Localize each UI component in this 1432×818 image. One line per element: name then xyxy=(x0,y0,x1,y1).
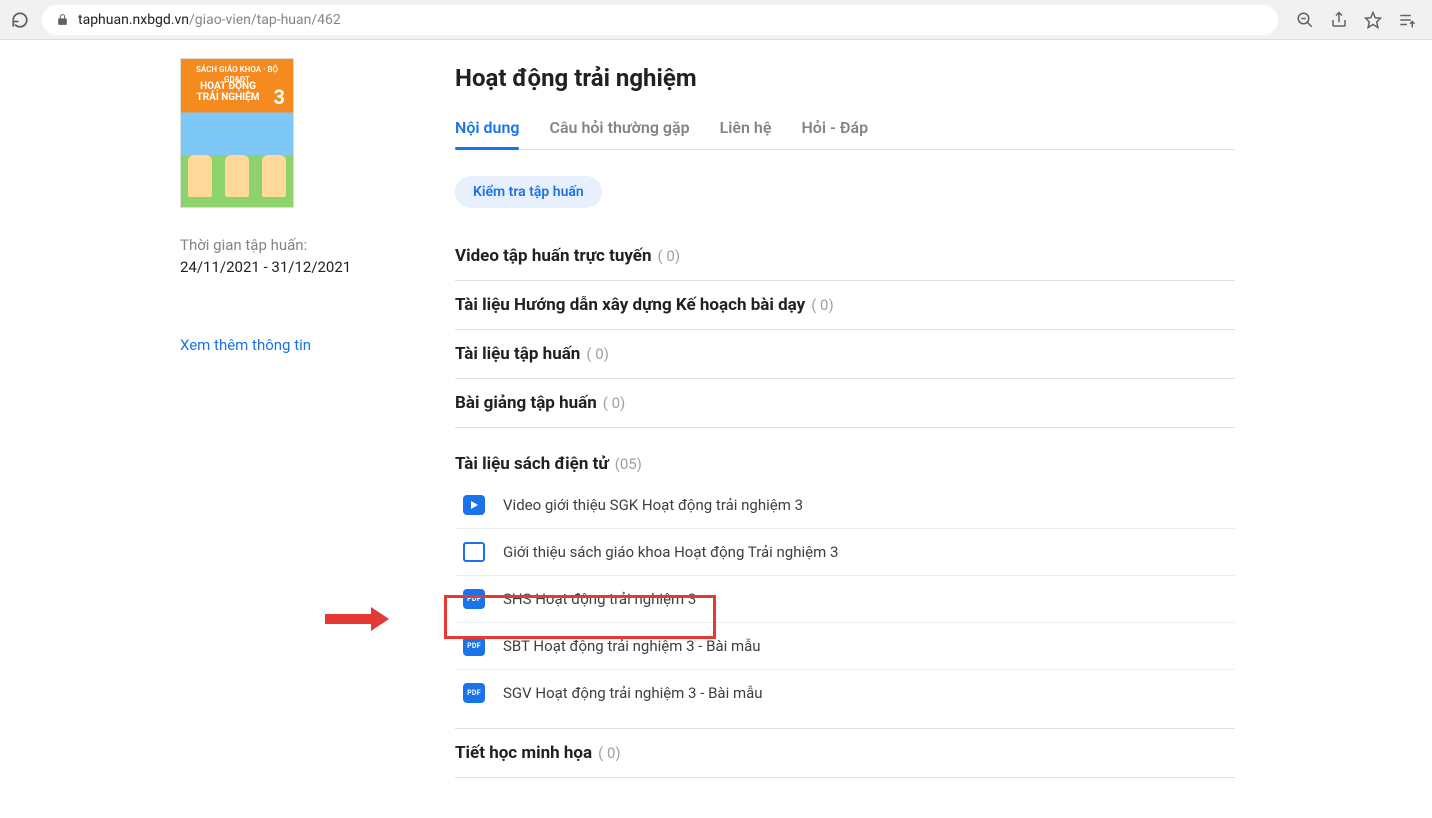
tab-faq[interactable]: Câu hỏi thường gặp xyxy=(549,118,689,149)
section-training-lectures[interactable]: Bài giảng tập huấn ( 0) xyxy=(455,379,1235,428)
list-item[interactable]: PDF SHS Hoạt động trải nghiệm 3 xyxy=(455,576,1235,623)
item-label: SBT Hoạt động trải nghiệm 3 - Bài mẫu xyxy=(503,637,761,655)
reload-icon[interactable] xyxy=(6,6,34,34)
zoom-icon[interactable] xyxy=(1296,11,1314,29)
section-lesson-plan-guide[interactable]: Tài liệu Hướng dẫn xây dựng Kế hoạch bài… xyxy=(455,281,1235,330)
sidebar: SÁCH GIÁO KHOA · BỘ GD&ĐT HOẠT ĐỘNG TRẢI… xyxy=(0,58,455,778)
list-item[interactable]: Video giới thiệu SGK Hoạt động trải nghi… xyxy=(455,482,1235,529)
browser-toolbar: taphuan.nxbgd.vn/giao-vien/tap-huan/462 xyxy=(0,0,1432,40)
pdf-icon: PDF xyxy=(463,683,485,703)
section-title-text: Video tập huấn trực tuyến xyxy=(455,246,652,266)
list-item[interactable]: PDF SGV Hoạt động trải nghiệm 3 - Bài mẫ… xyxy=(455,670,1235,716)
cover-subject: HOẠT ĐỘNG TRẢI NGHIỆM xyxy=(189,81,267,103)
section-title-text: Tài liệu sách điện tử xyxy=(455,454,609,474)
section-count: (05) xyxy=(615,455,642,473)
lock-icon xyxy=(54,13,70,26)
section-count: ( 0) xyxy=(811,296,834,314)
tab-content[interactable]: Nội dung xyxy=(455,118,519,149)
section-title-text: Bài giảng tập huấn xyxy=(455,393,597,413)
check-training-button[interactable]: Kiểm tra tập huấn xyxy=(455,176,602,208)
cover-grade: 3 xyxy=(274,85,285,109)
url-host: taphuan.nxbgd.vn xyxy=(78,12,189,28)
item-label: SHS Hoạt động trải nghiệm 3 xyxy=(503,590,696,608)
training-time-value: 24/11/2021 - 31/12/2021 xyxy=(180,258,351,276)
training-time-label: Thời gian tập huấn: xyxy=(180,236,307,254)
section-training-docs[interactable]: Tài liệu tập huấn ( 0) xyxy=(455,330,1235,379)
video-icon xyxy=(463,495,485,515)
item-label: Giới thiệu sách giáo khoa Hoạt động Trải… xyxy=(503,543,838,561)
url-path: /giao-vien/tap-huan/462 xyxy=(189,12,341,28)
tab-contact[interactable]: Liên hệ xyxy=(720,118,772,149)
page-title: Hoạt động trải nghiệm xyxy=(455,64,1235,92)
star-icon[interactable] xyxy=(1364,11,1382,29)
page-body: SÁCH GIÁO KHOA · BỘ GD&ĐT HOẠT ĐỘNG TRẢI… xyxy=(0,40,1430,818)
section-demo-lessons[interactable]: Tiết học minh họa ( 0) xyxy=(455,728,1235,778)
section-count: ( 0) xyxy=(598,744,621,762)
pdf-icon: PDF xyxy=(463,636,485,656)
share-icon[interactable] xyxy=(1330,11,1348,29)
main-content: Hoạt động trải nghiệm Nội dung Câu hỏi t… xyxy=(455,58,1275,778)
section-title-text: Tiết học minh họa xyxy=(455,743,592,763)
reading-list-icon[interactable] xyxy=(1398,11,1416,29)
presentation-icon xyxy=(463,542,485,562)
section-title-text: Tài liệu Hướng dẫn xây dựng Kế hoạch bài… xyxy=(455,295,805,315)
section-count: ( 0) xyxy=(603,394,626,412)
section-ebooks: Tài liệu sách điện tử (05) Video giới th… xyxy=(455,428,1235,722)
list-item[interactable]: Giới thiệu sách giáo khoa Hoạt động Trải… xyxy=(455,529,1235,576)
list-item[interactable]: PDF SBT Hoạt động trải nghiệm 3 - Bài mẫ… xyxy=(455,623,1235,670)
browser-actions xyxy=(1286,11,1426,29)
tabs: Nội dung Câu hỏi thường gặp Liên hệ Hỏi … xyxy=(455,118,1235,150)
item-label: SGV Hoạt động trải nghiệm 3 - Bài mẫu xyxy=(503,684,763,702)
pdf-icon: PDF xyxy=(463,589,485,609)
section-count: ( 0) xyxy=(658,247,681,265)
more-info-link[interactable]: Xem thêm thông tin xyxy=(180,336,311,354)
section-count: ( 0) xyxy=(586,345,609,363)
book-cover: SÁCH GIÁO KHOA · BỘ GD&ĐT HOẠT ĐỘNG TRẢI… xyxy=(180,58,294,208)
address-bar[interactable]: taphuan.nxbgd.vn/giao-vien/tap-huan/462 xyxy=(42,5,1278,35)
item-label: Video giới thiệu SGK Hoạt động trải nghi… xyxy=(503,496,803,514)
tab-qa[interactable]: Hỏi - Đáp xyxy=(801,118,868,149)
section-video-training[interactable]: Video tập huấn trực tuyến ( 0) xyxy=(455,232,1235,281)
section-title-text: Tài liệu tập huấn xyxy=(455,344,580,364)
